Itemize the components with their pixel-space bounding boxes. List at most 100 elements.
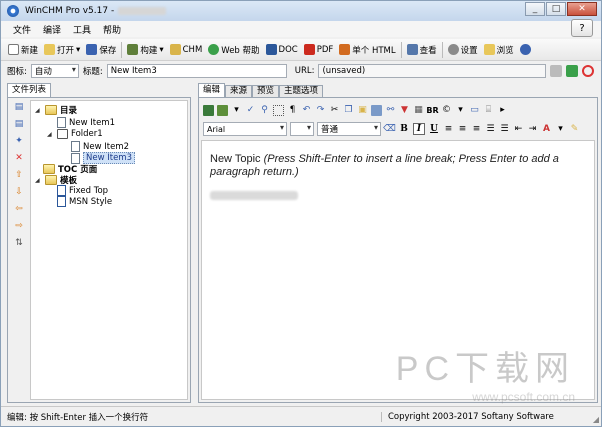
align-left-icon[interactable]: ≡ — [443, 124, 454, 135]
html-tag-icon[interactable]: ⌸ — [483, 105, 494, 116]
tab-source[interactable]: 来源 — [225, 85, 253, 97]
page-icon — [71, 141, 80, 152]
build-button[interactable]: 构建 ▾ — [124, 41, 166, 59]
collapse-toggle-icon[interactable]: ◢ — [35, 177, 42, 184]
go-icon[interactable] — [566, 65, 579, 77]
collapse-toggle-icon[interactable]: ◢ — [47, 131, 54, 138]
paste-icon[interactable]: ▣ — [357, 105, 368, 116]
add-page-icon[interactable]: ▤ — [14, 102, 25, 113]
chevron-right-icon[interactable]: ▸ — [497, 105, 508, 116]
single-html-button[interactable]: 单个 HTML — [336, 41, 398, 59]
menu-file[interactable]: 文件 — [11, 23, 33, 36]
chevron-down-icon[interactable]: ▾ — [455, 105, 466, 116]
url-field[interactable]: (unsaved) — [318, 64, 547, 78]
bookmark-icon[interactable]: ▼ — [399, 105, 410, 116]
move-right-icon[interactable]: ⇨ — [14, 221, 25, 232]
bold-button[interactable]: B — [398, 123, 410, 135]
maximize-button[interactable]: □ — [546, 2, 566, 16]
toolbar-separator — [441, 41, 443, 58]
move-up-icon[interactable]: ⇧ — [14, 170, 25, 181]
title-input[interactable]: New Item3 — [106, 64, 287, 78]
menu-tools[interactable]: 工具 — [71, 23, 93, 36]
menu-help[interactable]: 帮助 — [101, 23, 123, 36]
find-icon[interactable]: ⚲ — [259, 105, 270, 116]
table-icon[interactable]: ▦ — [413, 105, 424, 116]
doc-button[interactable]: DOC — [263, 41, 301, 59]
minimize-button[interactable]: _ — [525, 2, 545, 16]
resize-grip-icon[interactable]: ◢ — [593, 415, 599, 424]
tree-node-item1[interactable]: New Item1 — [57, 117, 115, 128]
webhelp-button[interactable]: Web 帮助 — [205, 41, 262, 59]
stop-icon[interactable] — [582, 65, 595, 77]
help-button[interactable]: ? — [571, 19, 593, 37]
right-tab-strip: 编辑 来源 预览 主题选项 — [198, 83, 324, 97]
tree-node-item2[interactable]: New Item2 — [71, 141, 129, 152]
chm-button[interactable]: CHM — [167, 41, 206, 59]
italic-button[interactable]: I — [413, 123, 425, 135]
move-left-icon[interactable]: ⇦ — [14, 204, 25, 215]
tab-preview[interactable]: 预览 — [252, 85, 280, 97]
collapse-toggle-icon[interactable]: ◢ — [35, 107, 42, 114]
line-break-button[interactable]: BR — [426, 105, 438, 116]
paragraph-icon[interactable]: ¶ — [287, 105, 298, 116]
add-child-icon[interactable]: ▤ — [14, 119, 25, 130]
icon-label: 图标: — [7, 67, 27, 77]
menu-compile[interactable]: 编译 — [41, 23, 63, 36]
link-icon[interactable]: ⚯ — [385, 105, 396, 116]
sort-icon[interactable]: ⇅ — [14, 238, 25, 249]
edit-icon[interactable] — [217, 104, 228, 116]
open-button[interactable]: 打开 ▾ — [41, 41, 83, 59]
tab-file-list[interactable]: 文件列表 — [7, 83, 52, 97]
tree-node-msn-style[interactable]: MSN Style — [57, 196, 112, 207]
image-icon[interactable] — [371, 104, 382, 116]
clear-format-icon[interactable]: ⌫ — [383, 124, 396, 135]
cut-icon[interactable]: ✂ — [329, 105, 340, 116]
undo-icon[interactable]: ↶ — [301, 105, 312, 116]
insert-icon[interactable]: ✦ — [14, 136, 25, 147]
box-icon[interactable]: ▭ — [469, 105, 480, 116]
numbered-list-icon[interactable]: ☰ — [485, 124, 496, 135]
view-button[interactable]: 查看 — [404, 41, 440, 59]
show-borders-icon[interactable] — [273, 104, 284, 116]
save-button[interactable]: 保存 — [83, 41, 119, 59]
paragraph-style-select[interactable]: 普通 — [317, 122, 381, 136]
font-size-select[interactable] — [290, 122, 314, 136]
chevron-down-icon[interactable]: ▾ — [159, 45, 163, 55]
font-color-icon[interactable]: A — [541, 124, 552, 135]
copyright-icon[interactable]: © — [441, 105, 452, 116]
tree-node-fixed-top[interactable]: Fixed Top — [57, 185, 108, 196]
editor-toolbar: ▾ ✓ ⚲ ¶ ↶ ↷ ✂ ❐ ▣ ⚯ ▼ ▦ BR © ▾ ▭ ⌸ ▸ — [201, 102, 595, 118]
tab-edit[interactable]: 编辑 — [198, 83, 226, 97]
indent-icon[interactable]: ⇥ — [527, 124, 538, 135]
chevron-down-icon[interactable]: ▾ — [76, 45, 80, 55]
title-label: 标题: — [82, 67, 103, 77]
toolbar-separator — [121, 41, 123, 58]
title-bar: WinCHM Pro v5.17 - _ □ ✕ — [1, 1, 601, 21]
spellcheck-icon[interactable]: ✓ — [245, 105, 256, 116]
settings-button[interactable]: 设置 — [445, 41, 481, 59]
highlight-icon[interactable]: ✎ — [569, 124, 580, 135]
delete-icon[interactable]: ✕ — [14, 153, 25, 164]
close-button[interactable]: ✕ — [567, 2, 597, 16]
chevron-down-icon[interactable]: ▾ — [555, 124, 566, 135]
chevron-down-icon[interactable]: ▾ — [231, 105, 242, 116]
align-right-icon[interactable]: ≡ — [471, 124, 482, 135]
copy-url-icon[interactable] — [550, 65, 563, 77]
move-down-icon[interactable]: ⇩ — [14, 187, 25, 198]
outdent-icon[interactable]: ⇤ — [513, 124, 524, 135]
bullet-list-icon[interactable]: ☰ — [499, 124, 510, 135]
pdf-button[interactable]: PDF — [301, 41, 337, 59]
underline-button[interactable]: U — [428, 123, 440, 135]
align-center-icon[interactable]: ≡ — [457, 124, 468, 135]
copy-icon[interactable]: ❐ — [343, 105, 354, 116]
new-button[interactable]: 新建 — [5, 41, 41, 59]
browse-button[interactable]: 浏览 — [481, 41, 517, 59]
tab-topic-options[interactable]: 主题选项 — [279, 85, 324, 97]
tree-node-toc-root[interactable]: ◢ 目录 — [35, 104, 77, 116]
font-select[interactable]: Arial — [203, 122, 287, 136]
tree-node-folder1[interactable]: ◢ Folder1 — [47, 129, 103, 139]
icon-select[interactable]: 自动 — [30, 64, 79, 78]
help-dropdown-button[interactable] — [517, 41, 534, 59]
save-topic-icon[interactable] — [203, 104, 214, 116]
redo-icon[interactable]: ↷ — [315, 105, 326, 116]
